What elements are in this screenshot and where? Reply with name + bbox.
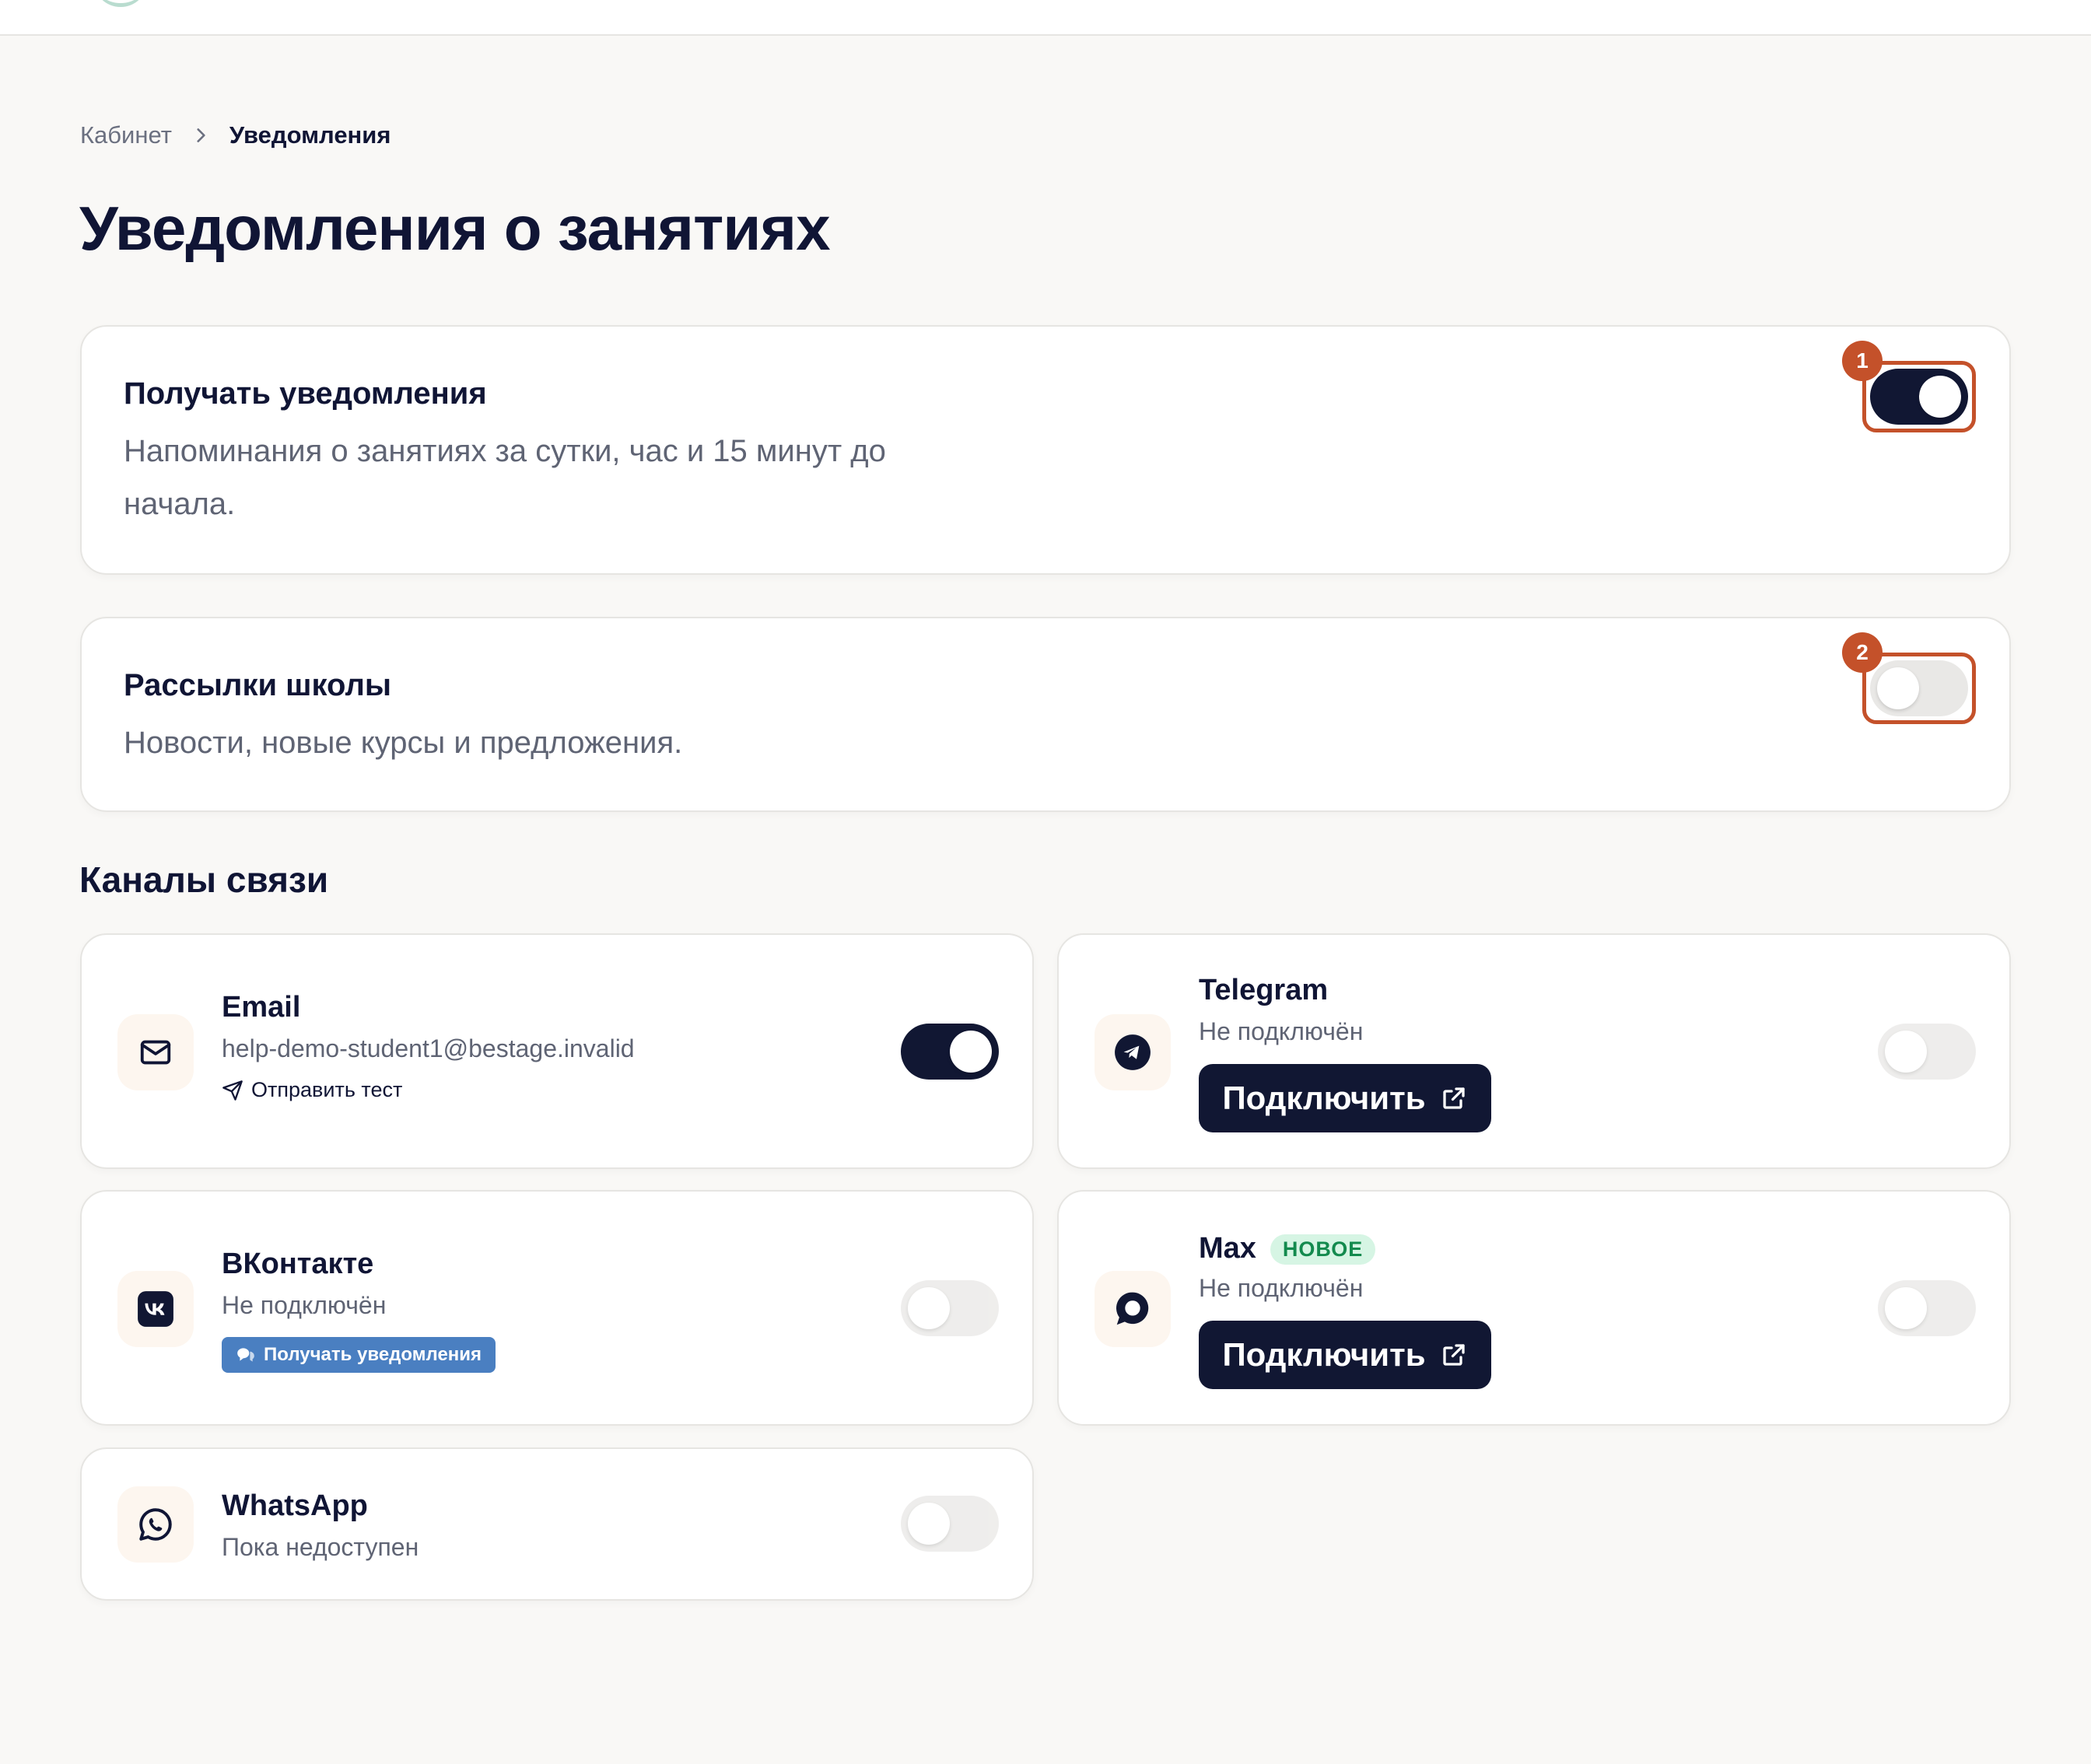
email-toggle[interactable] bbox=[901, 1024, 999, 1080]
max-name-row: Max НОВОЕ bbox=[1199, 1232, 1376, 1265]
newsletter-description: Новости, новые курсы и предложения. bbox=[124, 726, 683, 760]
whatsapp-toggle[interactable] bbox=[901, 1496, 999, 1552]
vk-subscribe-button[interactable]: Получать уведомления bbox=[222, 1337, 496, 1373]
max-status: Не подключён bbox=[1199, 1274, 1364, 1302]
toggle-knob bbox=[950, 1031, 992, 1073]
vk-status: Не подключён bbox=[222, 1291, 387, 1319]
send-test-label: Отправить тест bbox=[251, 1078, 403, 1101]
channels-heading: Каналы связи bbox=[79, 859, 329, 900]
channel-card-telegram: Telegram Не подключён Подключить bbox=[1057, 933, 2011, 1169]
newsletter-toggle[interactable] bbox=[1870, 660, 1968, 716]
whatsapp-status: Пока недоступен bbox=[222, 1533, 419, 1561]
max-toggle[interactable] bbox=[1878, 1280, 1976, 1336]
telegram-icon bbox=[1095, 1014, 1171, 1090]
channel-card-email: Email help-demo-student1@bestage.invalid… bbox=[80, 933, 1034, 1169]
whatsapp-name: WhatsApp bbox=[222, 1489, 368, 1522]
email-address: help-demo-student1@bestage.invalid bbox=[222, 1034, 635, 1062]
notifications-description: Напоминания о занятиях за сутки, час и 1… bbox=[124, 434, 886, 521]
telegram-status: Не подключён bbox=[1199, 1017, 1364, 1045]
vk-name: ВКонтакте bbox=[222, 1248, 374, 1280]
newsletter-card: Рассылки школы Новости, новые курсы и пр… bbox=[80, 617, 2011, 812]
channel-card-max: Max НОВОЕ Не подключён Подключить bbox=[1057, 1190, 2011, 1426]
telegram-name: Telegram bbox=[1199, 974, 1329, 1006]
toggle-knob bbox=[1885, 1287, 1927, 1329]
channel-card-whatsapp: WhatsApp Пока недоступен bbox=[80, 1447, 1034, 1601]
annotation-badge: 2 bbox=[1842, 632, 1883, 673]
external-link-icon bbox=[1442, 1087, 1465, 1109]
page-title: Уведомления о занятиях bbox=[79, 194, 831, 263]
chat-bubble-icon bbox=[237, 1348, 254, 1362]
annotation-badge: 1 bbox=[1842, 341, 1883, 381]
notifications-card: Получать уведомления Напоминания о занят… bbox=[80, 325, 2011, 575]
notifications-title: Получать уведомления bbox=[124, 376, 487, 411]
new-badge: НОВОЕ bbox=[1270, 1234, 1376, 1265]
channel-card-vk: ВКонтакте Не подключён Получать уведомле… bbox=[80, 1190, 1034, 1426]
toggle-knob bbox=[908, 1287, 950, 1329]
chevron-right-icon bbox=[197, 128, 205, 142]
breadcrumb-cabinet-link[interactable]: Кабинет bbox=[80, 121, 172, 149]
toggle-knob bbox=[1885, 1031, 1927, 1073]
vk-icon bbox=[117, 1271, 194, 1347]
whatsapp-icon bbox=[117, 1486, 194, 1563]
email-name: Email bbox=[222, 991, 301, 1024]
max-name: Max bbox=[1199, 1232, 1256, 1265]
telegram-connect-label: Подключить bbox=[1222, 1080, 1426, 1116]
max-connect-label: Подключить bbox=[1222, 1336, 1426, 1373]
max-connect-button[interactable]: Подключить bbox=[1199, 1321, 1491, 1389]
toggle-knob bbox=[1919, 376, 1961, 418]
vk-toggle[interactable] bbox=[901, 1280, 999, 1336]
max-chat-icon bbox=[1095, 1271, 1171, 1347]
send-icon bbox=[222, 1080, 243, 1101]
breadcrumb-current: Уведомления bbox=[229, 121, 391, 149]
external-link-icon bbox=[1442, 1344, 1465, 1366]
breadcrumb: Кабинет Уведомления bbox=[80, 121, 391, 149]
telegram-toggle[interactable] bbox=[1878, 1024, 1976, 1080]
send-test-link[interactable]: Отправить тест bbox=[222, 1078, 402, 1102]
vk-subscribe-label: Получать уведомления bbox=[264, 1344, 482, 1365]
toggle-knob bbox=[908, 1503, 950, 1545]
top-bar bbox=[0, 0, 2091, 36]
telegram-connect-button[interactable]: Подключить bbox=[1199, 1064, 1491, 1132]
mail-icon bbox=[117, 1014, 194, 1090]
newsletter-title: Рассылки школы bbox=[124, 668, 392, 702]
logo[interactable] bbox=[93, 0, 148, 7]
notifications-toggle[interactable] bbox=[1870, 369, 1968, 425]
toggle-knob bbox=[1877, 667, 1919, 709]
